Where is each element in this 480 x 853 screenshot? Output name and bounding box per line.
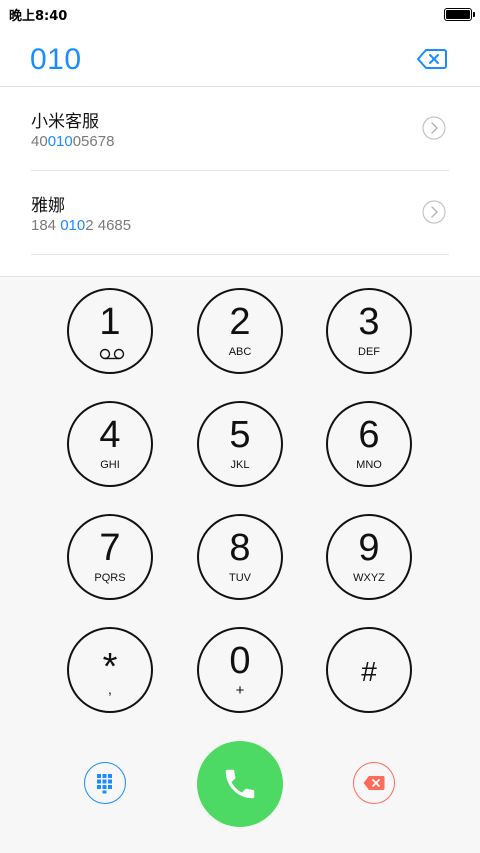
list-item[interactable]: 小米客服 4001005678: [0, 87, 480, 171]
key-9[interactable]: 9 WXYZ: [326, 514, 412, 600]
key-digit: 4: [99, 414, 121, 456]
key-digit: 8: [229, 527, 251, 569]
key-8[interactable]: 8 TUV: [197, 514, 283, 600]
divider: [31, 254, 449, 255]
contact-name: 雅娜: [31, 196, 65, 216]
key-digit: 6: [358, 414, 380, 456]
key-letters: WXYZ: [353, 572, 385, 584]
chevron-right-circle-icon[interactable]: [422, 116, 446, 140]
status-bar: 晚上8:40: [0, 0, 480, 28]
dialed-number-bar: 010: [0, 28, 480, 87]
key-digit: 0: [229, 640, 251, 682]
keypad-grid-icon[interactable]: [84, 762, 126, 804]
call-button[interactable]: [197, 741, 283, 827]
key-star[interactable]: * ,: [67, 627, 153, 713]
backspace-icon[interactable]: [416, 47, 448, 71]
key-0[interactable]: 0 +: [197, 627, 283, 713]
voicemail-icon: [99, 348, 125, 360]
list-item[interactable]: 雅娜 184 0102 4685: [0, 171, 480, 255]
key-letters: MNO: [356, 459, 382, 471]
contact-name: 小米客服: [31, 112, 99, 132]
key-digit: 7: [99, 527, 121, 569]
key-letters: JKL: [230, 459, 250, 471]
key-letters: +: [235, 682, 245, 699]
key-letters: TUV: [229, 572, 251, 584]
dial-keypad: 1 2 ABC 3 DEF 4 GHI 5 JKL 6 MNO 7 PQRS 8…: [0, 277, 480, 727]
contact-results-list: 小米客服 4001005678 雅娜 184 0102 4685: [0, 87, 480, 277]
key-digit: 9: [358, 527, 380, 569]
key-digit: 2: [229, 301, 251, 343]
backspace-icon: [363, 775, 385, 791]
key-4[interactable]: 4 GHI: [67, 401, 153, 487]
key-letters: ,: [108, 681, 112, 697]
chevron-right-circle-icon[interactable]: [422, 200, 446, 224]
key-letters: ABC: [228, 346, 252, 358]
phone-icon: [221, 765, 259, 803]
bottom-actions: [0, 730, 480, 853]
key-digit: 5: [229, 414, 251, 456]
key-6[interactable]: 6 MNO: [326, 401, 412, 487]
battery-full-icon: [444, 8, 475, 21]
key-7[interactable]: 7 PQRS: [67, 514, 153, 600]
key-digit: #: [361, 656, 377, 687]
key-letters: DEF: [358, 346, 380, 358]
key-letters: PQRS: [94, 572, 126, 584]
delete-button[interactable]: [353, 762, 395, 804]
key-letters: GHI: [100, 459, 120, 471]
contact-number: 184 0102 4685: [31, 217, 132, 234]
contact-number: 4001005678: [31, 133, 115, 150]
key-hash[interactable]: #: [326, 627, 412, 713]
key-1[interactable]: 1: [67, 288, 153, 374]
dialed-number: 010: [30, 43, 82, 76]
key-3[interactable]: 3 DEF: [326, 288, 412, 374]
key-5[interactable]: 5 JKL: [197, 401, 283, 487]
key-2[interactable]: 2 ABC: [197, 288, 283, 374]
status-time: 晚上8:40: [9, 9, 68, 24]
key-digit: 1: [99, 301, 121, 343]
key-digit: 3: [358, 301, 380, 343]
